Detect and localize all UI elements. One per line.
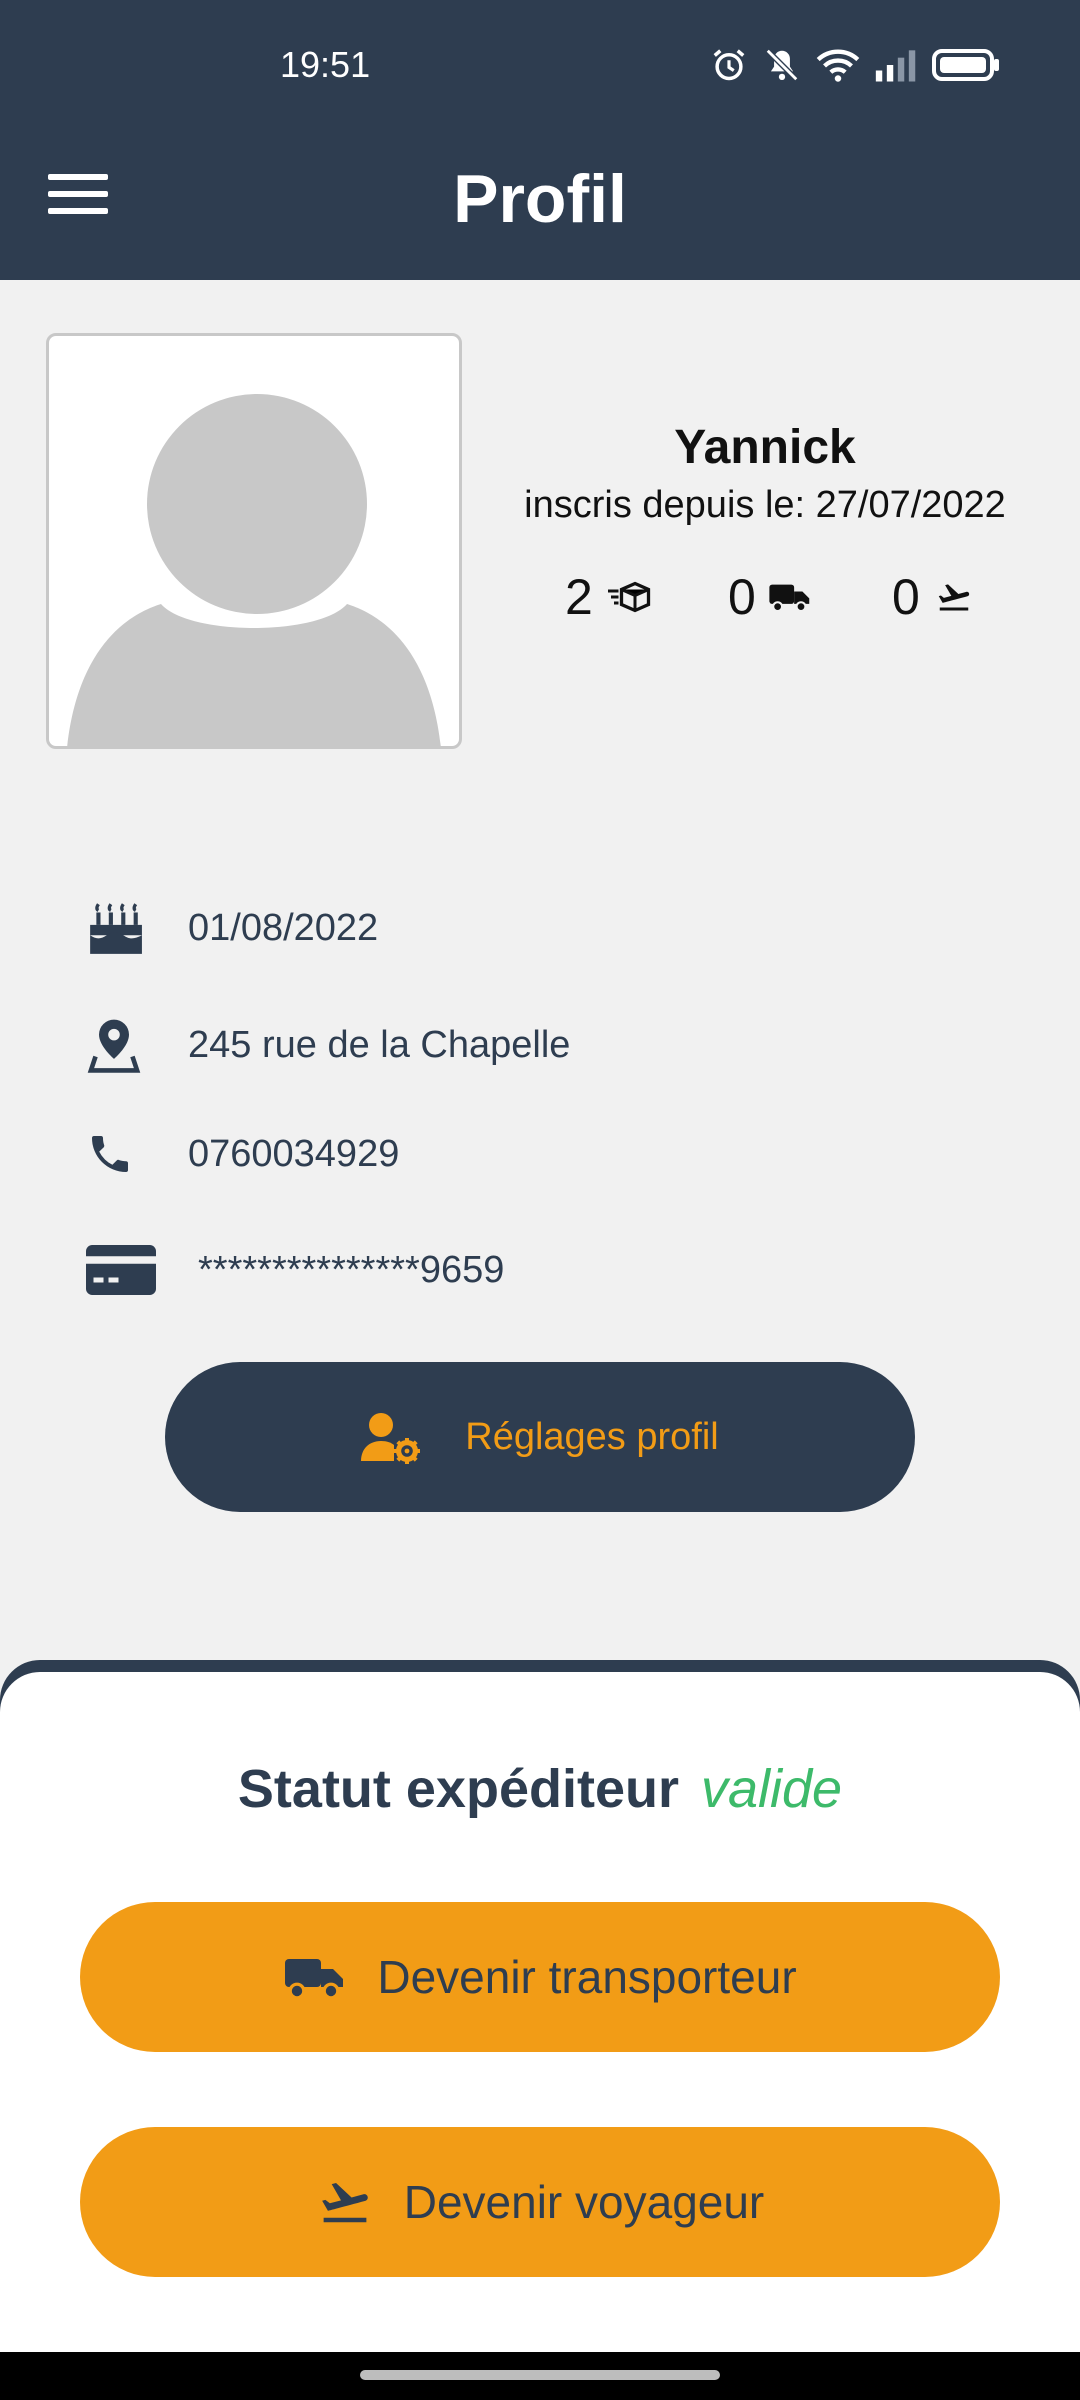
credit-card-icon (86, 1245, 156, 1295)
profile-settings-button[interactable]: Réglages profil (165, 1362, 915, 1512)
user-gear-icon (361, 1413, 421, 1464)
status-icons (710, 46, 1000, 84)
avatar[interactable] (46, 333, 462, 749)
become-traveler-button[interactable]: Devenir voyageur (80, 2127, 1000, 2277)
card-number-text: ***************9659 (198, 1248, 505, 1291)
stat-trips-value: 0 (892, 569, 920, 625)
member-since: inscris depuis le: 27/07/2022 (524, 484, 1006, 526)
wifi-icon (816, 49, 860, 82)
avatar-placeholder-icon (67, 394, 441, 746)
stat-transports: 0 (728, 568, 812, 626)
shipper-status: Statut expéditeur valide (0, 1758, 1080, 1820)
home-gesture-handle[interactable] (360, 2370, 720, 2380)
package-fast-icon (607, 581, 650, 613)
battery-icon (932, 49, 999, 81)
address-text: 245 rue de la Chapelle (188, 1023, 571, 1066)
profile-settings-label: Réglages profil (465, 1415, 719, 1458)
birthday-text: 01/08/2022 (188, 906, 379, 949)
card-row: ***************9659 (86, 1245, 504, 1295)
stat-trips: 0 (892, 568, 976, 626)
phone-text: 0760034929 (188, 1132, 400, 1175)
plane-takeoff-icon (938, 584, 969, 611)
birthday-cake-icon (90, 903, 142, 954)
truck-icon (769, 584, 810, 613)
birthday-row: 01/08/2022 (86, 900, 378, 956)
location-pin-icon (87, 1019, 141, 1073)
stat-shipments-value: 2 (565, 569, 593, 625)
status-time: 19:51 (280, 44, 371, 85)
alarm-icon (713, 49, 745, 81)
phone-icon (92, 1136, 128, 1172)
become-transporter-label: Devenir transporteur (377, 1951, 797, 2003)
app-bar: 19:51 Profil (0, 0, 1080, 280)
profile-name: Yannick (674, 421, 856, 474)
system-nav-bar (0, 2352, 1080, 2400)
address-row: 245 rue de la Chapelle (86, 1015, 570, 1075)
shipper-status-value: valide (700, 1759, 843, 1819)
signal-icon (875, 50, 916, 82)
stat-shipments: 2 (565, 568, 653, 626)
shipper-status-label: Statut expéditeur (237, 1759, 679, 1819)
become-traveler-label: Devenir voyageur (403, 2176, 765, 2228)
page-title: Profil (453, 161, 627, 237)
plane-takeoff-icon (321, 2183, 368, 2223)
become-transporter-button[interactable]: Devenir transporteur (80, 1902, 1000, 2052)
truck-icon (285, 1959, 344, 2000)
stat-transports-value: 0 (728, 569, 756, 625)
phone-row: 0760034929 (86, 1130, 399, 1178)
mute-icon (765, 48, 799, 82)
